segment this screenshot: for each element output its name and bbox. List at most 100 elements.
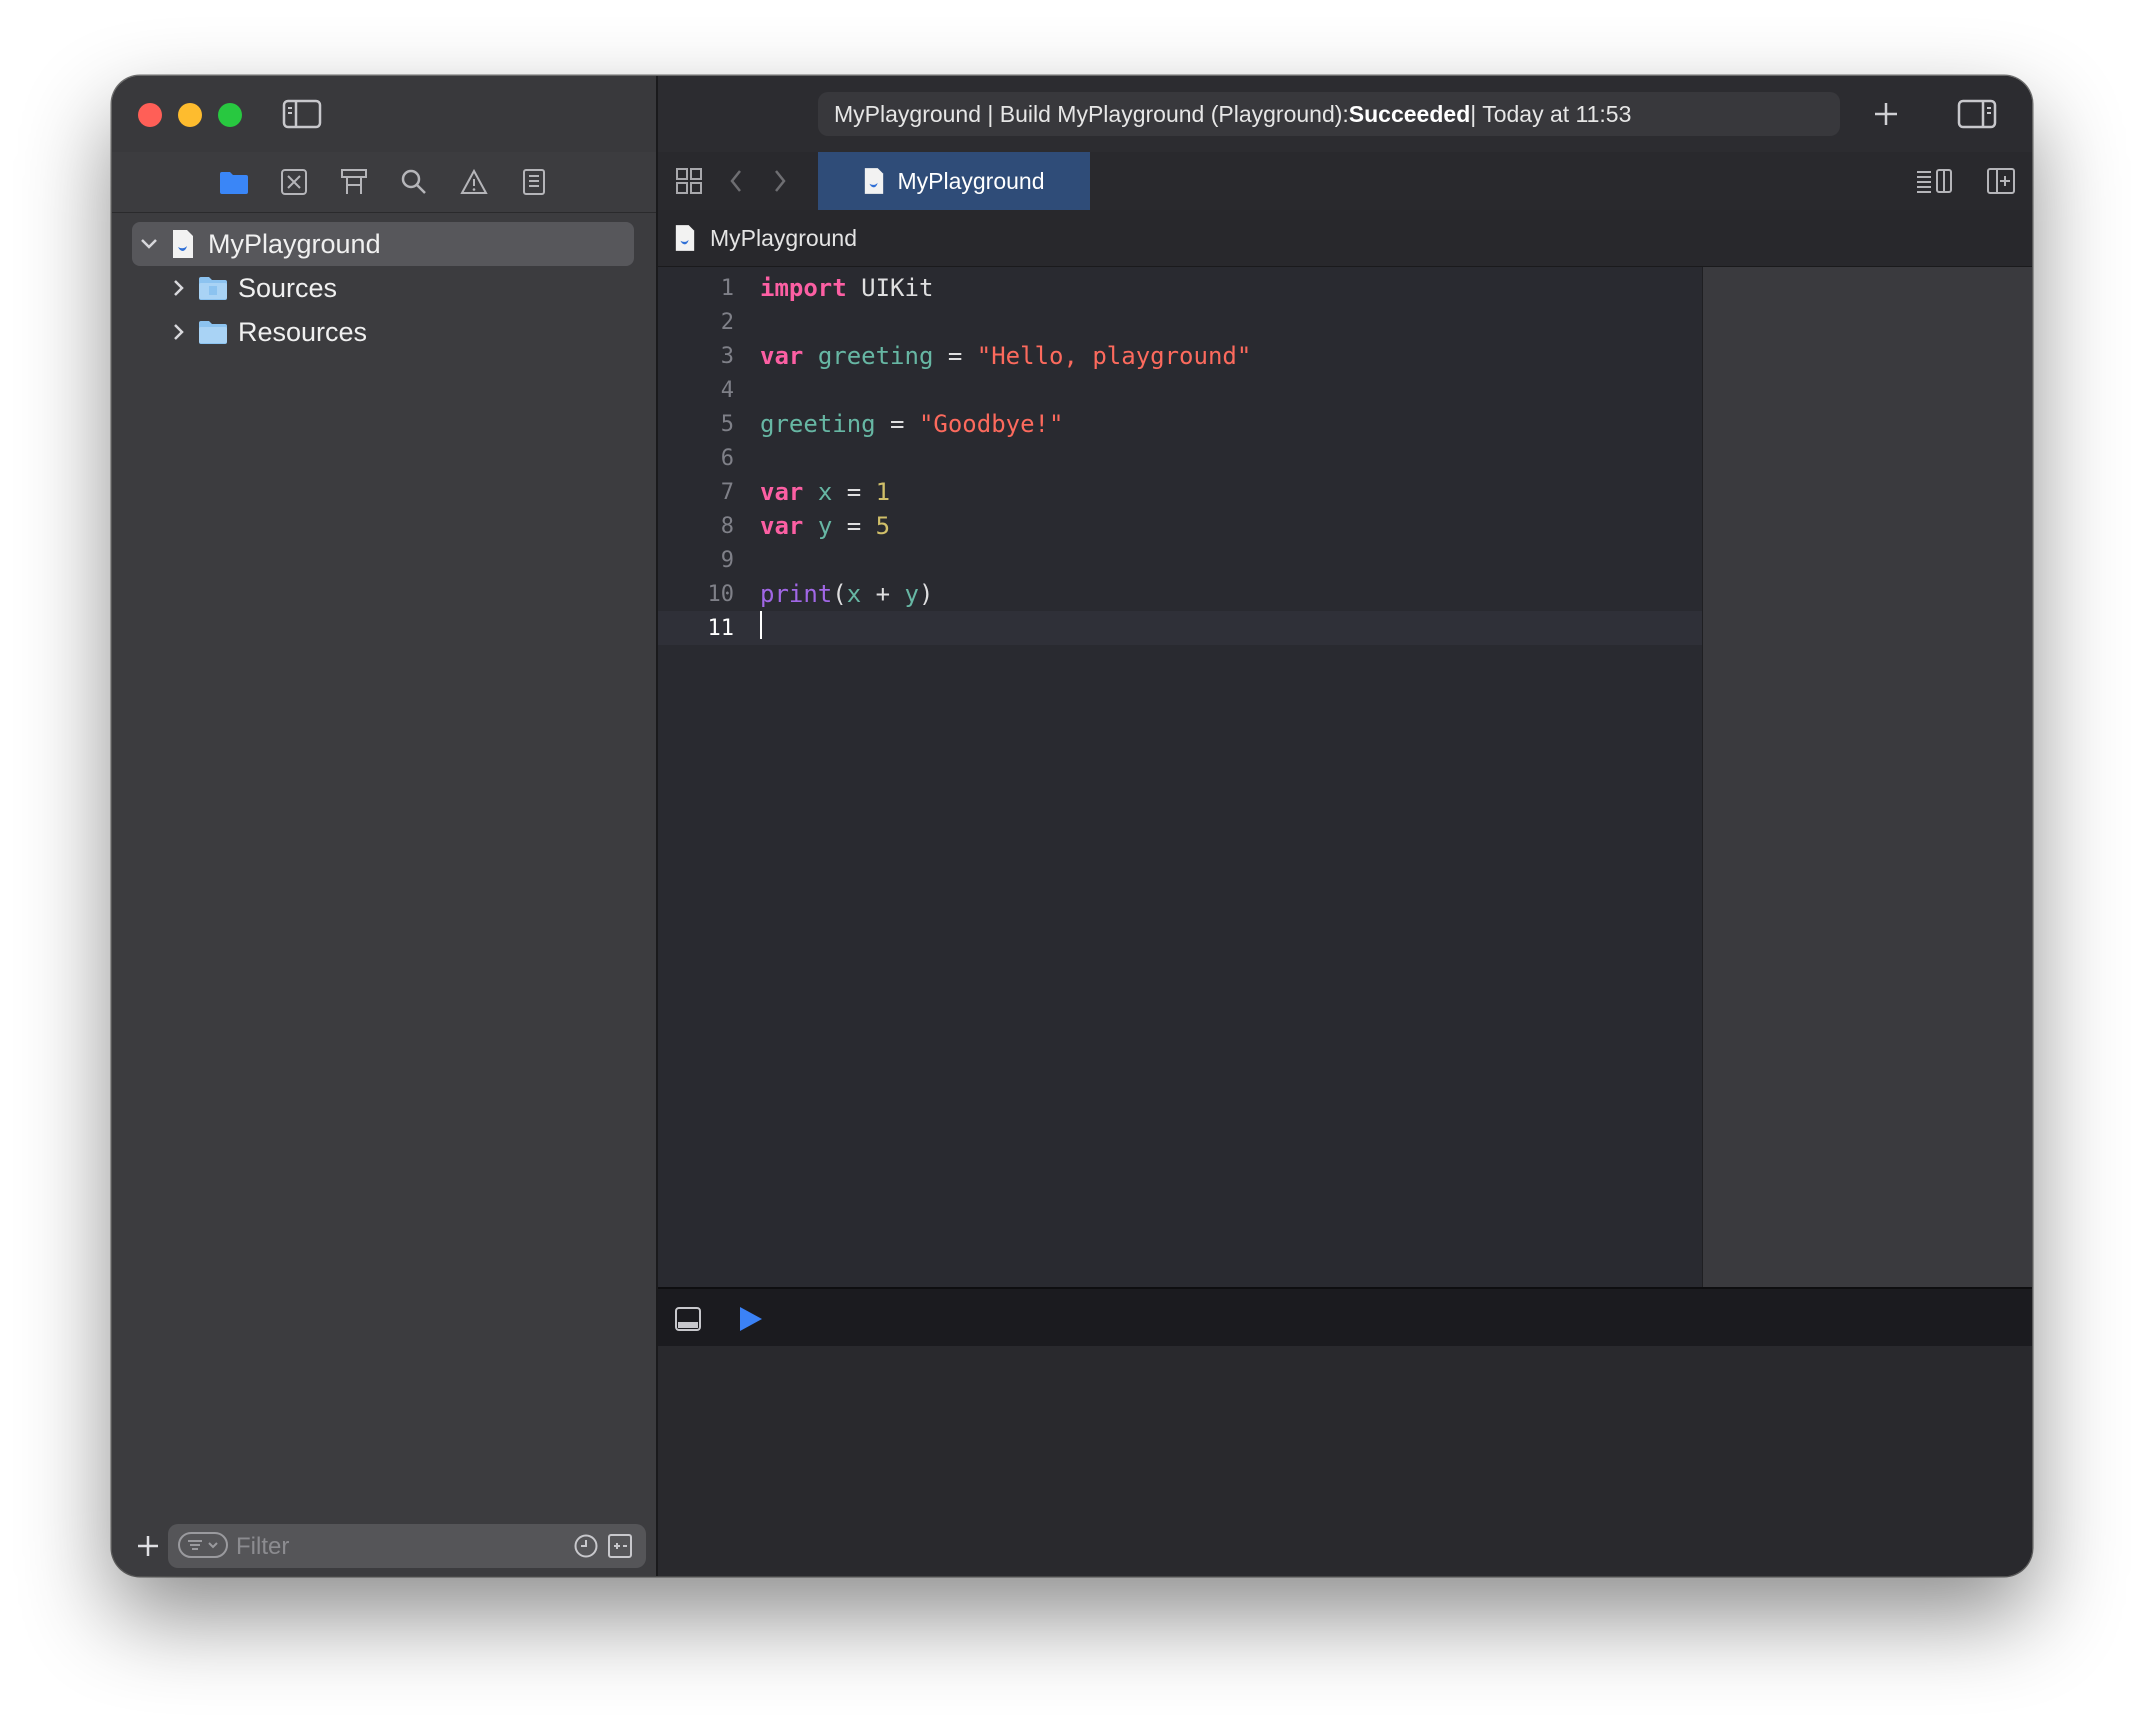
forward-chevron-icon[interactable] bbox=[766, 166, 794, 196]
tab-myplayground[interactable]: MyPlayground bbox=[818, 152, 1090, 210]
show-changed-files-icon[interactable] bbox=[606, 1532, 634, 1560]
code-token: "Hello, playground" bbox=[976, 342, 1252, 370]
code-line[interactable]: 8 var y = 5 bbox=[658, 509, 1702, 543]
code-token: = bbox=[875, 410, 919, 438]
tree-item-resources[interactable]: Resources bbox=[168, 310, 367, 354]
code-line[interactable]: 7 var x = 1 bbox=[658, 475, 1702, 509]
code-text: import UIKit bbox=[760, 274, 933, 302]
source-control-icon[interactable] bbox=[276, 164, 312, 200]
source-editor[interactable]: 1 import UIKit 2 3 var greeting = "Hello, pl… bbox=[658, 267, 1702, 1287]
line-number: 9 bbox=[720, 547, 734, 573]
related-items-grid-icon[interactable] bbox=[672, 164, 706, 198]
line-number: 4 bbox=[720, 377, 734, 403]
code-token: x bbox=[817, 478, 833, 506]
tab-bar: MyPlayground bbox=[658, 152, 2032, 211]
code-token: y bbox=[817, 512, 833, 540]
project-navigator-folder-icon[interactable] bbox=[216, 164, 252, 200]
build-status: Succeeded bbox=[1348, 100, 1471, 127]
library-plus-icon[interactable] bbox=[1868, 96, 1904, 132]
code-token: = bbox=[832, 478, 876, 506]
chevron-right-icon[interactable] bbox=[168, 321, 190, 343]
editor-options-icon[interactable] bbox=[2022, 165, 2032, 197]
code-token: var bbox=[760, 342, 804, 370]
line-number: 5 bbox=[720, 411, 734, 437]
code-token: var bbox=[760, 512, 804, 540]
add-editor-split-icon[interactable] bbox=[1984, 165, 2018, 197]
filter-field[interactable] bbox=[168, 1524, 646, 1568]
line-number: 8 bbox=[720, 513, 734, 539]
zoom-window-button[interactable] bbox=[218, 103, 242, 127]
issue-navigator-warning-icon[interactable] bbox=[456, 164, 492, 200]
results-sidebar bbox=[1702, 267, 2032, 1287]
code-token: = bbox=[933, 342, 977, 370]
swift-file-icon bbox=[674, 224, 696, 252]
activity-view: MyPlayground | Build MyPlayground (Playg… bbox=[818, 92, 1840, 136]
code-token: "Goodbye!" bbox=[918, 410, 1064, 438]
code-line[interactable]: 4 bbox=[658, 373, 1702, 407]
code-token: y bbox=[904, 580, 919, 608]
chevron-down-icon[interactable] bbox=[138, 233, 160, 255]
inspector-toggle-icon[interactable] bbox=[1956, 96, 1998, 132]
line-number: 2 bbox=[720, 309, 734, 335]
navigator-tabs bbox=[112, 152, 656, 213]
hide-debug-area-icon[interactable] bbox=[672, 1303, 704, 1335]
code-line[interactable]: 9 bbox=[658, 543, 1702, 577]
activity-prefix: MyPlayground | Build MyPlayground (Playg… bbox=[834, 100, 1349, 127]
minimize-window-button[interactable] bbox=[178, 103, 202, 127]
code-line[interactable]: 6 bbox=[658, 441, 1702, 475]
run-play-icon[interactable] bbox=[734, 1303, 766, 1335]
code-text bbox=[760, 611, 762, 645]
code-token: import bbox=[760, 274, 847, 302]
tree-item-sources[interactable]: Sources bbox=[168, 266, 337, 310]
code-token: + bbox=[861, 580, 905, 608]
code-line[interactable]: 10 print(x + y) bbox=[658, 577, 1702, 611]
code-token: print bbox=[760, 580, 833, 608]
code-line[interactable]: 5 greeting = "Goodbye!" bbox=[658, 407, 1702, 441]
editor-options-lines-icon[interactable] bbox=[1914, 165, 1956, 197]
code-token: var bbox=[760, 478, 804, 506]
code-text: var y = 5 bbox=[760, 512, 890, 540]
code-token: greeting bbox=[817, 342, 934, 370]
line-number: 1 bbox=[720, 275, 734, 301]
code-token: ) bbox=[918, 580, 934, 608]
code-line[interactable]: 1 import UIKit bbox=[658, 271, 1702, 305]
editor-area: MyPlayground | Build MyPlayground (Playg… bbox=[658, 76, 2032, 1576]
tree-item-myplayground[interactable]: MyPlayground bbox=[132, 222, 634, 266]
code-line[interactable]: 2 bbox=[658, 305, 1702, 339]
line-number: 11 bbox=[707, 615, 735, 641]
code-token: x bbox=[846, 580, 862, 608]
jump-bar-label[interactable]: MyPlayground bbox=[710, 225, 857, 252]
code-line[interactable]: 3 var greeting = "Hello, playground" bbox=[658, 339, 1702, 373]
add-file-plus-icon[interactable] bbox=[130, 1528, 166, 1564]
navigator-filter-bar bbox=[112, 1516, 656, 1576]
titlebar-left bbox=[112, 76, 656, 153]
tab-label: MyPlayground bbox=[897, 167, 1045, 194]
report-navigator-icon[interactable] bbox=[516, 164, 552, 200]
back-chevron-icon[interactable] bbox=[722, 166, 750, 196]
tree-item-label: Resources bbox=[238, 316, 368, 347]
sidebar-toggle-icon[interactable] bbox=[282, 98, 322, 130]
symbol-navigator-icon[interactable] bbox=[336, 164, 372, 200]
code-token: ( bbox=[832, 580, 847, 608]
tree-item-label: Sources bbox=[238, 272, 338, 303]
code-text: greeting = "Goodbye!" bbox=[760, 410, 1063, 438]
recent-files-clock-icon[interactable] bbox=[572, 1532, 600, 1560]
text-cursor bbox=[760, 611, 762, 639]
close-window-button[interactable] bbox=[138, 103, 162, 127]
navigator-sidebar: MyPlayground Sources Resources bbox=[112, 76, 658, 1576]
console-output[interactable] bbox=[658, 1346, 2032, 1576]
xcode-window: MyPlayground Sources Resources Filter My… bbox=[112, 76, 2032, 1576]
filter-input[interactable] bbox=[234, 1528, 558, 1566]
code-line[interactable]: 11 bbox=[658, 611, 1702, 645]
debug-bar bbox=[658, 1287, 2032, 1348]
line-number: 3 bbox=[720, 343, 734, 369]
jump-bar: MyPlayground bbox=[658, 210, 2032, 267]
chevron-right-icon[interactable] bbox=[168, 277, 190, 299]
filter-options-icon[interactable] bbox=[178, 1532, 228, 1558]
code-text: print(x + y) bbox=[760, 580, 933, 608]
swift-file-icon bbox=[863, 167, 885, 195]
find-navigator-search-icon[interactable] bbox=[396, 164, 432, 200]
